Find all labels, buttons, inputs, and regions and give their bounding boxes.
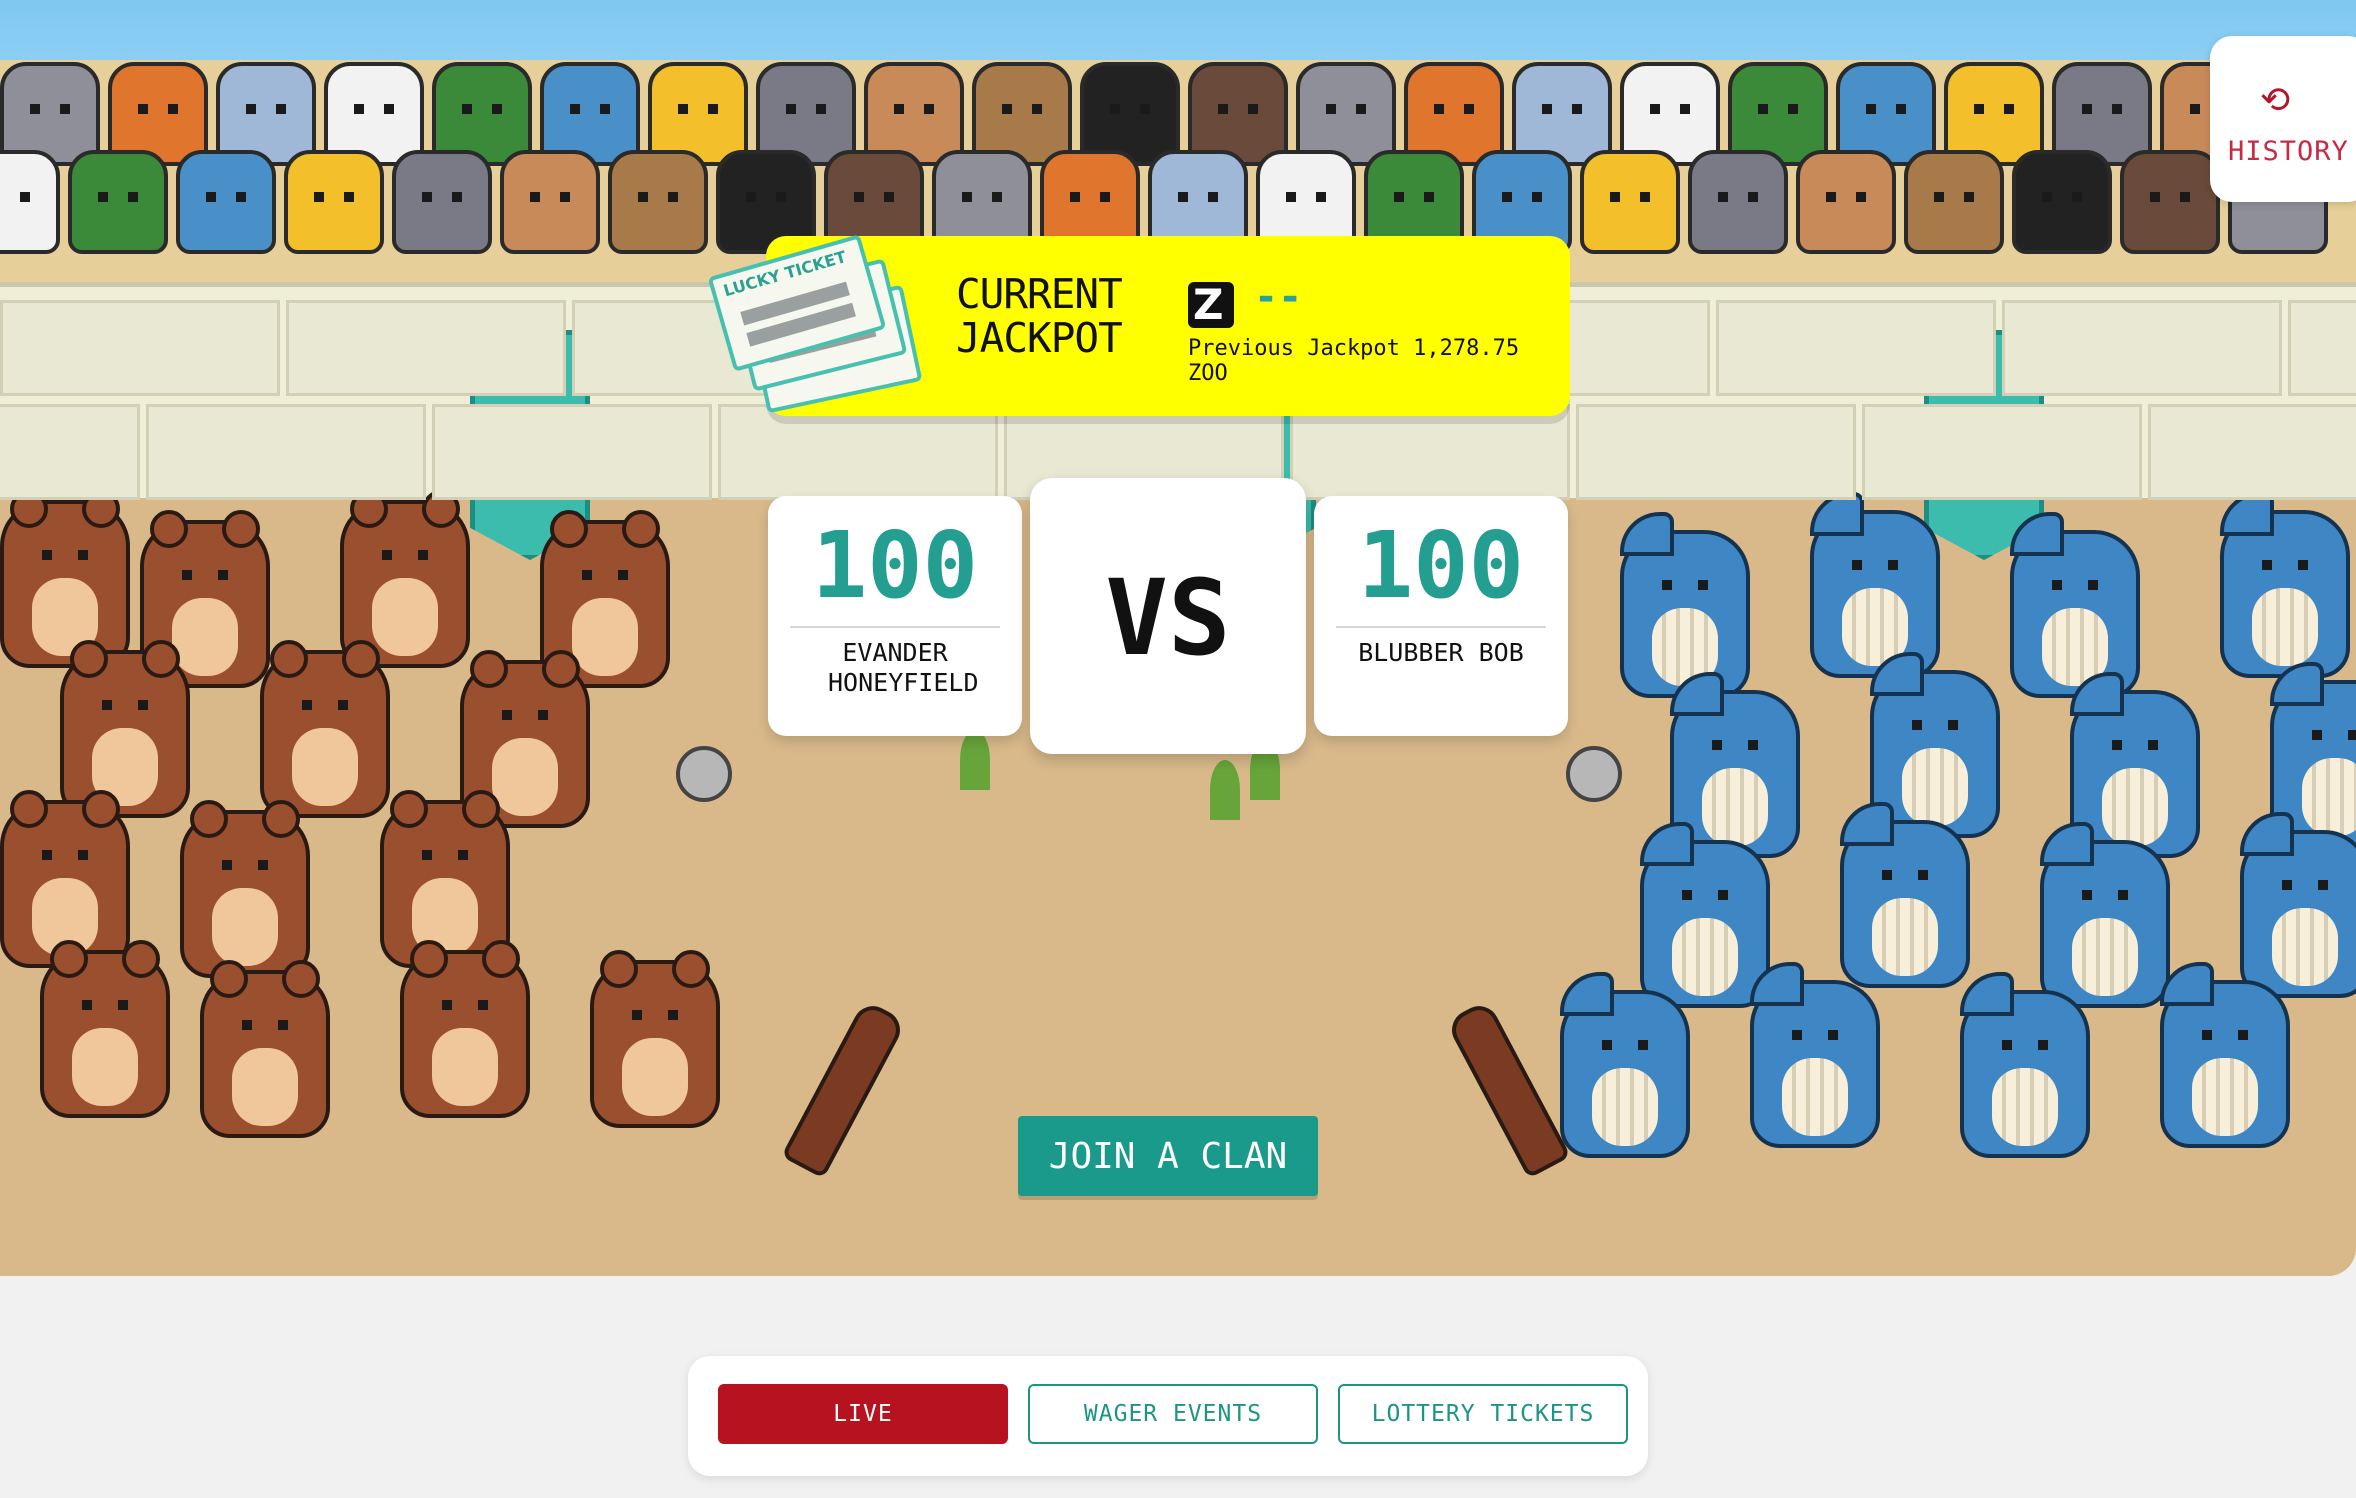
bear-warrior (590, 950, 720, 1128)
wall-brick (0, 404, 140, 500)
right-score: 100 (1357, 512, 1525, 619)
score-divider (1336, 626, 1546, 628)
whale-warrior (1750, 962, 1880, 1148)
bear-warrior (180, 800, 310, 978)
left-score-card: 100 EVANDER HONEYFIELD (768, 496, 1022, 736)
lucky-tickets-icon: LUCKY TICKET (707, 234, 923, 416)
spectator (284, 150, 384, 254)
bear-warrior (60, 640, 190, 818)
spectator (1904, 150, 2004, 254)
bear-warrior (260, 640, 390, 818)
bear-warrior (200, 960, 330, 1138)
bear-warrior (0, 490, 130, 668)
wall-brick (1862, 404, 2142, 500)
vs-card: VS (1030, 478, 1306, 754)
wall-brick (718, 404, 998, 500)
history-icon: ⟲ (2260, 80, 2291, 121)
wall-brick (146, 404, 426, 500)
whale-warrior (2040, 822, 2170, 1008)
zoo-token-glyph: Z (1193, 280, 1224, 329)
left-player-name: EVANDER HONEYFIELD (828, 638, 979, 697)
tabs-panel: LIVE WAGER EVENTS LOTTERY TICKETS (688, 1356, 1648, 1476)
wall-brick (1290, 404, 1570, 500)
whale-warrior (2240, 812, 2356, 998)
jackpot-title: CURRENT JACKPOT (956, 270, 1123, 362)
vs-label: VS (1105, 557, 1231, 679)
whale-warrior (1840, 802, 1970, 988)
spectator (2120, 150, 2220, 254)
whale-warrior (2220, 492, 2350, 678)
spectator (392, 150, 492, 254)
spectator (608, 150, 708, 254)
wall-brick (2002, 300, 2282, 396)
spectator (1688, 150, 1788, 254)
wall-brick (1716, 300, 1996, 396)
right-score-card: 100 BLUBBER BOB (1314, 496, 1568, 736)
whale-warrior (1560, 972, 1690, 1158)
spectator (1796, 150, 1896, 254)
wall-brick (286, 300, 566, 396)
mace-weapon-left (676, 746, 732, 802)
wall-brick (1576, 404, 1856, 500)
spectator (68, 150, 168, 254)
history-label: HISTORY (2228, 136, 2349, 167)
whale-warrior (1620, 512, 1750, 698)
history-button[interactable]: ⟲ HISTORY (2210, 36, 2356, 202)
wall-brick (2288, 300, 2356, 396)
spectator (1580, 150, 1680, 254)
zoo-token-icon: Z (1188, 280, 1234, 329)
grass-tuft (1210, 760, 1240, 820)
whale-warrior (2010, 512, 2140, 698)
previous-jackpot: Previous Jackpot 1,278.75 ZOO (1188, 336, 1520, 386)
bear-warrior (40, 940, 170, 1118)
whale-warrior (1640, 822, 1770, 1008)
jackpot-value: -- (1254, 274, 1303, 320)
join-clan-button[interactable]: JOIN A CLAN (1018, 1116, 1318, 1196)
spectator (176, 150, 276, 254)
mace-weapon-right (1566, 746, 1622, 802)
whale-warrior (2160, 962, 2290, 1148)
tab-lottery-tickets[interactable]: LOTTERY TICKETS (1338, 1384, 1628, 1444)
spectator (2012, 150, 2112, 254)
tab-live[interactable]: LIVE (718, 1384, 1008, 1444)
whale-warrior (1810, 492, 1940, 678)
bear-warrior (400, 940, 530, 1118)
right-player-name: BLUBBER BOB (1358, 638, 1524, 667)
wall-brick (432, 404, 712, 500)
grass-tuft (960, 730, 990, 790)
whale-warrior (1960, 972, 2090, 1158)
wall-brick (0, 300, 280, 396)
spectator (500, 150, 600, 254)
wall-brick (2148, 404, 2356, 500)
spectator (0, 150, 60, 254)
tab-wager-events[interactable]: WAGER EVENTS (1028, 1384, 1318, 1444)
left-score: 100 (811, 512, 979, 619)
score-divider (790, 626, 1000, 628)
